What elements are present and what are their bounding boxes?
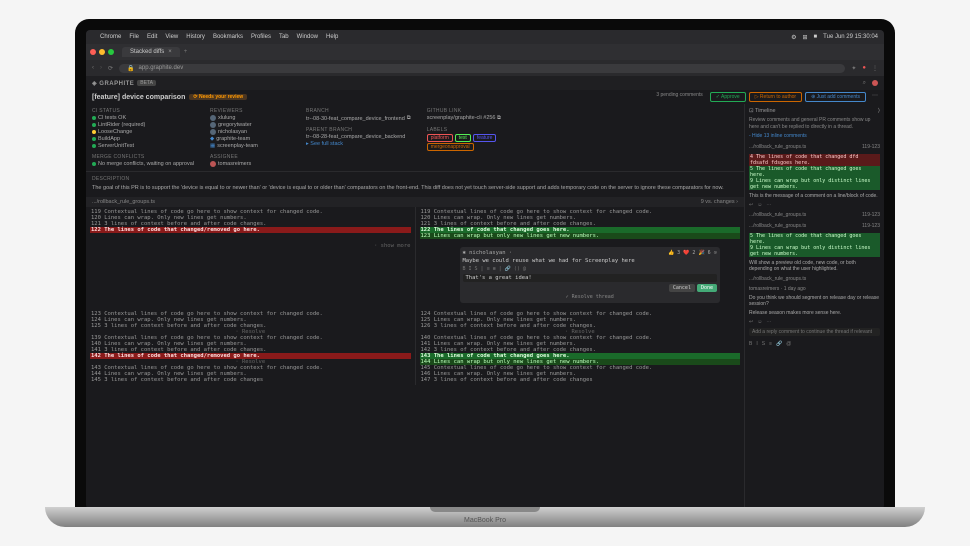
add-comments-button[interactable]: ⊕ Just add comments — [805, 92, 866, 102]
more-icon[interactable]: ⋯ — [766, 202, 771, 208]
maximize-window-button[interactable] — [108, 49, 114, 55]
avatar-icon — [210, 115, 216, 121]
browser-tab[interactable]: Stacked diffs × — [122, 47, 180, 57]
beta-badge: BETA — [137, 80, 156, 86]
diff-old[interactable]: 119 Contextual lines of code go here to … — [86, 207, 416, 241]
browser-tabbar: Stacked diffs × + — [86, 44, 884, 60]
return-to-author-button[interactable]: ▷ Return to author — [749, 92, 802, 102]
diff-view: 119 Contextual lines of code go here to … — [86, 207, 744, 241]
collapse-icon[interactable]: ⟩ — [878, 108, 880, 114]
italic-icon: I — [469, 266, 472, 272]
pr-title: [feature] device comparison — [92, 94, 185, 101]
tab-close-icon[interactable]: × — [168, 49, 172, 55]
pr-header: [feature] device comparison ⟳ Needs your… — [86, 90, 884, 104]
diff-view-2: 123 Contextual lines of code go here to … — [86, 309, 744, 385]
list-icon: ≡ — [487, 266, 490, 272]
label-chip[interactable]: platform — [427, 134, 453, 142]
search-icon[interactable]: ⌕ — [863, 80, 866, 87]
minimize-window-button[interactable] — [99, 49, 105, 55]
timeline-header: ⊡ Timeline — [749, 108, 776, 114]
github-link[interactable]: screenplay/graphite-cli #256 ⧉ — [427, 115, 507, 122]
macos-menubar: Chrome File Edit View History Bookmarks … — [86, 30, 884, 44]
browser-urlbar: ‹ › ⟳ 🔒 app.graphite.dev ✦ ● ⋮ — [86, 60, 884, 76]
lock-icon: 🔒 — [127, 65, 134, 72]
reaction[interactable]: 👍 3 — [668, 250, 680, 256]
reply-input[interactable]: That's a great idea! — [463, 274, 718, 282]
code-icon: ⟨⟩ — [514, 266, 520, 272]
parallels-icon[interactable]: ⊞ — [803, 34, 808, 41]
review-status-badge: ⟳ Needs your review — [189, 94, 247, 100]
see-full-stack-link[interactable]: ▸ See full stack — [306, 141, 411, 147]
inline-comment: ✱ nicholasyan · 👍 3 ❤️ 2 🎉 6 ⊙ Maybe we — [460, 247, 721, 303]
format-toolbar[interactable]: BIS |≡≣ |🔗⟨⟩@ — [463, 266, 718, 272]
approve-button[interactable]: ✓ Approve — [710, 92, 746, 102]
clock: Tue Jun 29 15:30:04 — [823, 34, 878, 40]
reply-icon[interactable]: ↩ — [749, 202, 753, 208]
forward-button[interactable]: › — [100, 65, 102, 71]
at-icon: @ — [523, 266, 526, 272]
pending-count: 3 pending comments — [656, 92, 702, 102]
bold-icon: B — [463, 266, 466, 272]
laptop-label: MacBook Pro — [464, 517, 506, 524]
extension-icon[interactable]: ✦ — [851, 65, 856, 72]
done-button[interactable]: Done — [697, 284, 717, 292]
timeline-sidebar: ⊡ Timeline⟩ Review comments and general … — [744, 104, 884, 509]
sidebar-reply-input[interactable]: Add a reply comment to continue the thre… — [749, 328, 880, 336]
close-window-button[interactable] — [90, 49, 96, 55]
refresh-button[interactable]: ⟳ — [108, 65, 113, 72]
back-button[interactable]: ‹ — [92, 65, 94, 71]
link-icon: 🔗 — [505, 266, 511, 272]
bold-icon: B — [749, 341, 752, 347]
more-icon[interactable]: ⋯ — [872, 92, 878, 102]
comment-author: ✱ nicholasyan · — [463, 250, 513, 256]
copy-icon[interactable]: ⧉ — [407, 115, 411, 122]
pr-description: DESCRIPTION The goal of this PR is to su… — [86, 171, 744, 197]
pr-metadata: CI STATUS CI tests OK LintRider (require… — [86, 104, 744, 171]
numlist-icon: ≣ — [493, 266, 496, 272]
user-avatar[interactable] — [872, 80, 878, 86]
menu-icon[interactable]: ⋮ — [872, 65, 878, 72]
file-header[interactable]: .../rollback_rule_groups.ts 9 vs. change… — [86, 197, 744, 207]
url-input[interactable]: 🔒 app.graphite.dev — [119, 64, 845, 73]
comment-menu-icon[interactable]: ⊙ — [714, 250, 717, 256]
menubar-items: Chrome File Edit View History Bookmarks … — [92, 34, 338, 40]
cancel-button[interactable]: Cancel — [669, 284, 695, 292]
hide-comments-link[interactable]: - Hide 13 inline comments — [749, 133, 880, 140]
strike-icon: S — [475, 266, 478, 272]
settings-icon[interactable]: ⚙ — [791, 34, 796, 41]
app-header: ◈ GRAPHITE BETA ⌕ — [86, 76, 884, 90]
battery-icon: ■ — [814, 34, 818, 40]
react-icon[interactable]: ☺ — [757, 202, 762, 208]
diff-new[interactable]: 119 Contextual lines of code go here to … — [416, 207, 745, 241]
status-icon — [92, 116, 96, 120]
brand-logo[interactable]: ◈ GRAPHITE — [92, 80, 134, 87]
resolve-thread-link[interactable]: ✓ Resolve thread — [463, 294, 718, 300]
new-tab-button[interactable]: + — [184, 49, 188, 55]
avatar-icon[interactable]: ● — [862, 65, 866, 71]
